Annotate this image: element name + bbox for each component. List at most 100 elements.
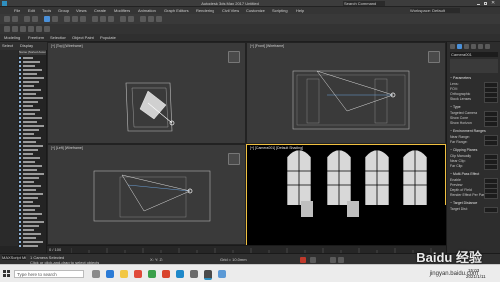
ribbon-icon[interactable] [12,26,18,32]
visibility-icon[interactable] [19,233,21,235]
parameter-field[interactable] [484,207,498,213]
parameter-field[interactable] [484,121,498,127]
rollout-parameter[interactable]: Show Horizon [450,121,498,127]
visibility-icon[interactable] [19,137,21,139]
visibility-icon[interactable] [19,101,21,103]
visibility-icon[interactable] [19,61,21,63]
workspace-select[interactable]: Workspace: Default [410,8,460,13]
tab-select[interactable]: Select [2,43,13,48]
visibility-icon[interactable] [19,117,21,119]
visibility-icon[interactable] [19,213,21,215]
rollout-parameter[interactable]: Far Range: [450,140,498,146]
file-explorer-icon[interactable] [120,270,128,278]
select-by-name-icon[interactable] [52,16,58,22]
rollout-parameter[interactable]: FOV: [450,87,498,93]
visibility-icon[interactable] [19,181,21,183]
ribbon-icon[interactable] [4,26,10,32]
snap-icon[interactable] [92,16,98,22]
rollout-header[interactable]: − Clipping Planes [450,148,498,152]
visibility-icon[interactable] [19,241,21,243]
edge-icon[interactable] [106,270,114,278]
rollout-parameter[interactable]: Clip Manually [450,154,498,160]
rotate-icon[interactable] [72,16,78,22]
viewport-left[interactable]: [+] [Left] [Wireframe] [47,144,246,245]
timeline[interactable]: 0 / 100 [47,245,446,253]
rollout-parameter[interactable]: Enable [450,178,498,184]
maxscript-listener[interactable]: MAXScript Mi [2,255,26,260]
play-icon[interactable] [330,257,336,263]
visibility-icon[interactable] [19,81,21,83]
visibility-icon[interactable] [19,185,21,187]
visibility-icon[interactable] [19,173,21,175]
rollout-parameter[interactable]: Orthographic [450,92,498,98]
tab-selection[interactable]: Selection [50,35,66,40]
app-icon[interactable] [176,270,184,278]
visibility-icon[interactable] [19,169,21,171]
app-icon[interactable] [148,270,156,278]
visibility-icon[interactable] [19,189,21,191]
object-name-field[interactable]: Camera001 [450,52,498,57]
parameter-field[interactable] [484,193,498,199]
rollout-parameter[interactable]: Depth of Field [450,188,498,194]
menu-modifiers[interactable]: Modifiers [114,8,130,13]
move-icon[interactable] [64,16,70,22]
viewport-camera[interactable]: [+] [Camera001] [Default Shading] [246,144,447,246]
app-icon[interactable] [134,270,142,278]
menu-help[interactable]: Help [296,8,304,13]
menu-create[interactable]: Create [94,8,106,13]
scale-icon[interactable] [80,16,86,22]
material-editor-icon[interactable] [140,16,146,22]
ribbon-icon[interactable] [44,26,50,32]
utilities-tab-icon[interactable] [485,44,490,49]
scene-tree-row[interactable] [19,244,45,248]
visibility-icon[interactable] [19,201,21,203]
undo-icon[interactable] [4,16,10,22]
unlink-icon[interactable] [32,16,38,22]
visibility-icon[interactable] [19,165,21,167]
rollout-parameter[interactable]: Targeted Camera [450,111,498,117]
visibility-icon[interactable] [19,113,21,115]
rollout-header[interactable]: − Multi-Pass Effect [450,172,498,176]
visibility-icon[interactable] [19,177,21,179]
parameter-field[interactable] [484,97,498,103]
rollout-parameter[interactable]: Near Range: [450,135,498,141]
rollout-header[interactable]: − Environment Ranges [450,129,498,133]
visibility-icon[interactable] [19,209,21,211]
percent-snap-icon[interactable] [108,16,114,22]
hierarchy-tab-icon[interactable] [464,44,469,49]
coordinates-readout[interactable]: X: Y: Z: [150,257,163,262]
motion-tab-icon[interactable] [471,44,476,49]
select-object-icon[interactable] [44,16,50,22]
tab-display[interactable]: Display [20,43,33,48]
task-view-icon[interactable] [92,270,100,278]
windows-start-icon[interactable] [3,270,11,278]
visibility-icon[interactable] [19,121,21,123]
visibility-icon[interactable] [19,93,21,95]
menu-tools[interactable]: Tools [42,8,51,13]
menu-group[interactable]: Group [58,8,69,13]
modifier-stack[interactable] [450,59,498,73]
visibility-icon[interactable] [19,157,21,159]
visibility-icon[interactable] [19,57,21,59]
visibility-icon[interactable] [19,153,21,155]
visibility-icon[interactable] [19,161,21,163]
render-setup-icon[interactable] [148,16,154,22]
visibility-icon[interactable] [19,85,21,87]
redo-icon[interactable] [12,16,18,22]
link-icon[interactable] [24,16,30,22]
visibility-icon[interactable] [19,65,21,67]
app-icon[interactable] [218,270,226,278]
visibility-icon[interactable] [19,77,21,79]
rollout-header[interactable]: − Parameters [450,76,498,80]
rollout-parameter[interactable]: Stock Lenses [450,97,498,103]
minimize-icon[interactable] [476,1,481,6]
app-icon[interactable] [162,270,170,278]
rollout-parameter[interactable]: Target Dist: [450,207,498,213]
visibility-icon[interactable] [19,149,21,151]
visibility-icon[interactable] [19,197,21,199]
auto-key-icon[interactable] [300,257,306,263]
rollout-header[interactable]: − Target Distance [450,201,498,205]
search-input[interactable]: Search Command [343,1,385,6]
menu-rendering[interactable]: Rendering [196,8,214,13]
visibility-icon[interactable] [19,193,21,195]
